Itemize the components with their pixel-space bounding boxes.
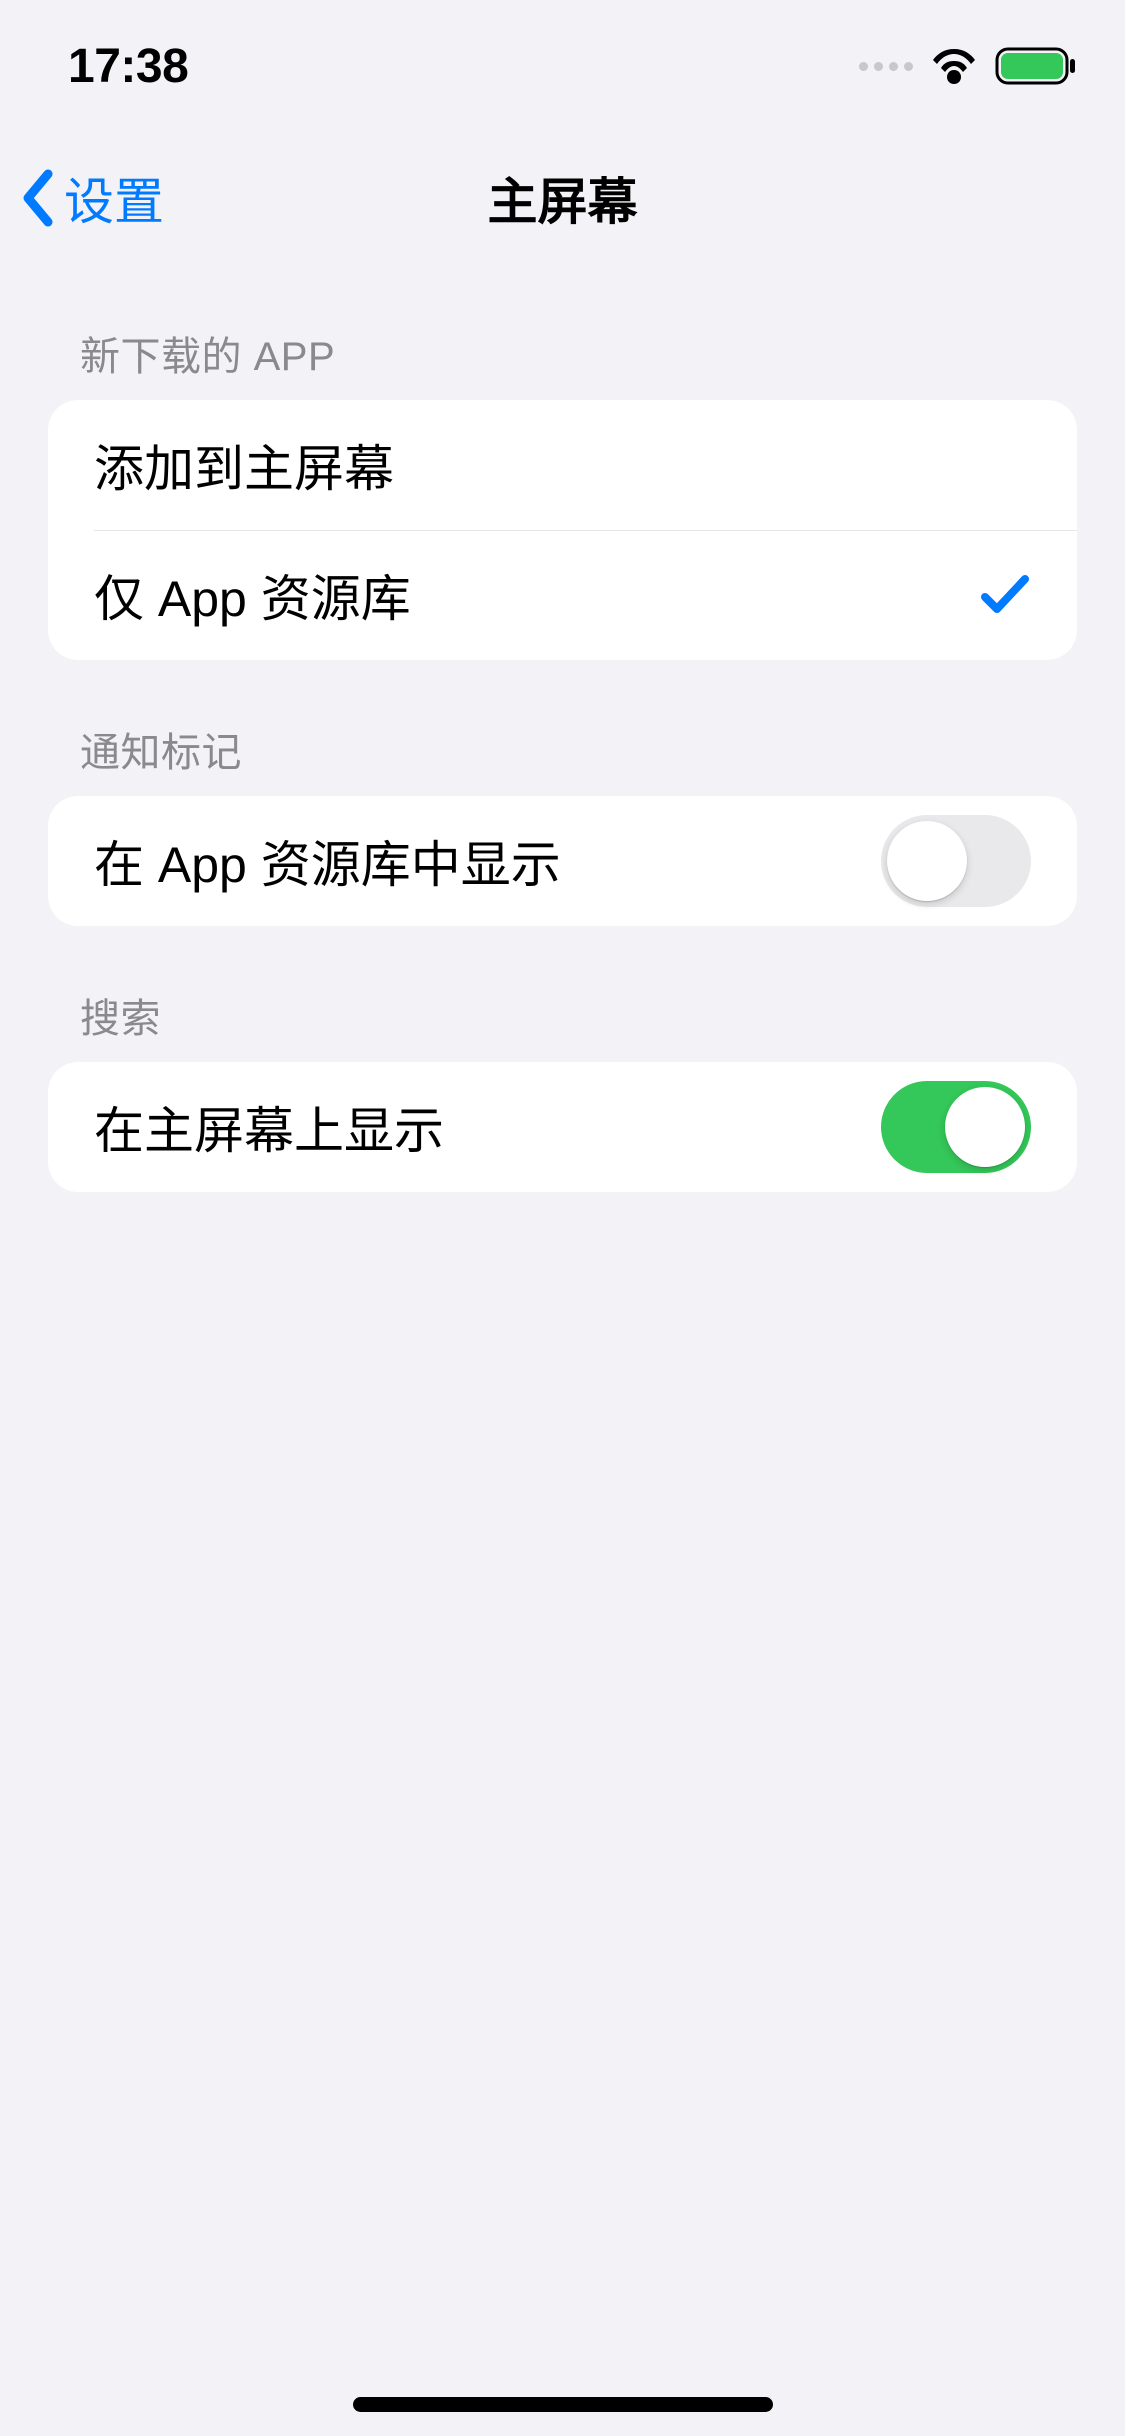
chevron-left-icon bbox=[20, 168, 56, 228]
row-label: 在 App 资源库中显示 bbox=[94, 825, 561, 897]
row-label: 在主屏幕上显示 bbox=[94, 1091, 444, 1163]
toggle-show-on-home[interactable] bbox=[881, 1081, 1031, 1173]
wifi-icon bbox=[929, 48, 979, 84]
row-show-in-app-library: 在 App 资源库中显示 bbox=[48, 796, 1077, 926]
back-label: 设置 bbox=[64, 162, 164, 234]
back-button[interactable]: 设置 bbox=[20, 162, 164, 234]
group-badges: 在 App 资源库中显示 bbox=[48, 796, 1077, 926]
toggle-knob bbox=[945, 1087, 1025, 1167]
checkmark-icon bbox=[979, 571, 1031, 619]
settings-content: 新下载的 APP 添加到主屏幕 仅 App 资源库 通知标记 在 App 资源库… bbox=[0, 264, 1125, 1192]
toggle-knob bbox=[887, 821, 967, 901]
page-title: 主屏幕 bbox=[0, 162, 1125, 234]
home-indicator[interactable] bbox=[353, 2397, 773, 2412]
cellular-dots-icon bbox=[859, 62, 913, 71]
section-header-badges: 通知标记 bbox=[48, 660, 1077, 796]
row-show-on-home: 在主屏幕上显示 bbox=[48, 1062, 1077, 1192]
toggle-show-in-app-library[interactable] bbox=[881, 815, 1031, 907]
option-add-to-home[interactable]: 添加到主屏幕 bbox=[48, 400, 1077, 530]
option-label: 添加到主屏幕 bbox=[94, 429, 394, 501]
group-new-apps: 添加到主屏幕 仅 App 资源库 bbox=[48, 400, 1077, 660]
option-app-library-only[interactable]: 仅 App 资源库 bbox=[48, 530, 1077, 660]
status-bar: 17:38 bbox=[0, 0, 1125, 132]
option-label: 仅 App 资源库 bbox=[94, 559, 411, 631]
status-indicators bbox=[859, 47, 1077, 85]
section-header-search: 搜索 bbox=[48, 926, 1077, 1062]
status-time: 17:38 bbox=[68, 39, 188, 94]
section-header-new-apps: 新下载的 APP bbox=[48, 264, 1077, 400]
battery-icon bbox=[995, 47, 1077, 85]
group-search: 在主屏幕上显示 bbox=[48, 1062, 1077, 1192]
navigation-bar: 设置 主屏幕 bbox=[0, 132, 1125, 264]
